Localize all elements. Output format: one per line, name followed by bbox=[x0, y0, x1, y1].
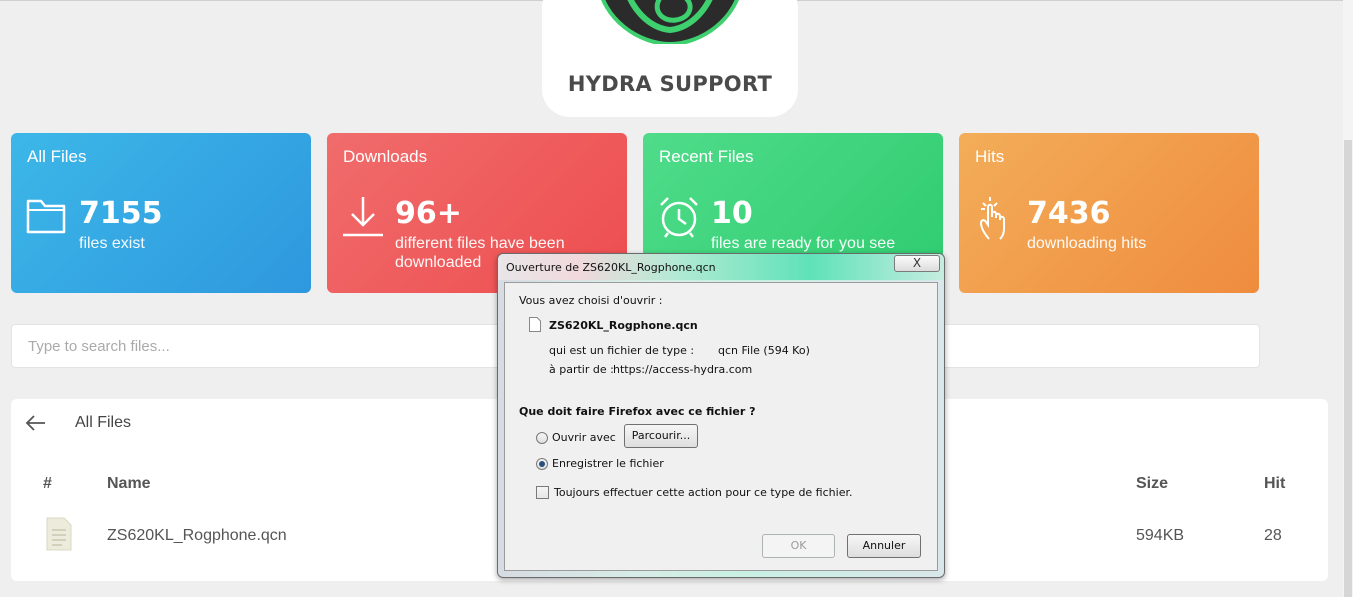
open-with-label[interactable]: Ouvrir avec bbox=[552, 431, 616, 444]
save-file-radio[interactable] bbox=[536, 458, 548, 470]
cancel-button[interactable]: Annuler bbox=[847, 534, 921, 558]
stat-subtitle: downloading hits bbox=[1027, 235, 1147, 252]
file-source-value: https://access-hydra.com bbox=[613, 363, 753, 376]
ok-button[interactable]: OK bbox=[762, 534, 835, 558]
dialog-title: Ouverture de ZS620KL_Rogphone.qcn bbox=[506, 261, 716, 274]
logo-text: HYDRA SUPPORT bbox=[567, 72, 773, 96]
column-header-hit[interactable]: Hit bbox=[1264, 475, 1285, 493]
column-header-name[interactable]: Name bbox=[107, 475, 151, 493]
dialog-intro: Vous avez choisi d'ouvrir : bbox=[519, 294, 663, 307]
dialog-question: Que doit faire Firefox avec ce fichier ? bbox=[519, 405, 756, 418]
stat-value: 7155 bbox=[79, 196, 163, 231]
pointer-hand-icon bbox=[979, 197, 1005, 240]
always-do-label[interactable]: Toujours effectuer cette action pour ce … bbox=[554, 486, 852, 499]
stat-title: Downloads bbox=[343, 147, 428, 166]
column-header-number: # bbox=[43, 475, 52, 492]
file-size: 594KB bbox=[1136, 527, 1185, 544]
folder-icon bbox=[26, 199, 66, 234]
stat-card-all-files[interactable]: All Files 7155 files exist bbox=[11, 133, 311, 293]
stat-title: Hits bbox=[975, 147, 1005, 166]
hydra-logo-icon bbox=[601, 0, 739, 44]
download-icon bbox=[343, 197, 383, 237]
page-scrollbar[interactable] bbox=[1343, 0, 1353, 597]
stat-value: 7436 bbox=[1027, 196, 1111, 231]
dialog-titlebar[interactable]: Ouverture de ZS620KL_Rogphone.qcn X bbox=[498, 254, 944, 280]
file-name-link[interactable]: ZS620KL_Rogphone.qcn bbox=[107, 527, 287, 545]
scrollbar-thumb[interactable] bbox=[1344, 140, 1352, 597]
logo-card: HYDRA SUPPORT bbox=[542, 0, 798, 117]
stat-value: 96+ bbox=[395, 196, 462, 231]
file-hits: 28 bbox=[1264, 527, 1282, 544]
file-icon bbox=[529, 317, 541, 332]
save-file-label[interactable]: Enregistrer le fichier bbox=[552, 457, 664, 470]
close-button[interactable]: X bbox=[894, 255, 940, 272]
document-icon bbox=[46, 517, 72, 551]
always-do-checkbox[interactable] bbox=[536, 486, 549, 499]
stat-subtitle: files are ready for you see bbox=[711, 235, 896, 252]
dialog-filename: ZS620KL_Rogphone.qcn bbox=[549, 319, 698, 332]
file-type-label: qui est un fichier de type : bbox=[549, 344, 695, 357]
close-icon: X bbox=[912, 256, 922, 270]
stat-title: All Files bbox=[27, 147, 87, 166]
dialog-body: Vous avez choisi d'ouvrir : ZS620KL_Rogp… bbox=[504, 282, 938, 571]
browse-button[interactable]: Parcourir... bbox=[624, 424, 698, 448]
stat-value: 10 bbox=[711, 196, 753, 231]
stat-card-hits[interactable]: Hits 7436 downloading hits bbox=[959, 133, 1259, 293]
file-source-label: à partir de : bbox=[549, 363, 614, 376]
file-type-value: qcn File (594 Ko) bbox=[718, 344, 810, 357]
back-arrow-icon[interactable] bbox=[25, 413, 47, 433]
stat-title: Recent Files bbox=[659, 147, 754, 166]
stat-subtitle: files exist bbox=[79, 235, 145, 252]
alarm-clock-icon bbox=[660, 197, 698, 238]
column-header-size[interactable]: Size bbox=[1136, 475, 1168, 493]
open-with-radio[interactable] bbox=[536, 432, 548, 444]
panel-title: All Files bbox=[75, 414, 132, 431]
download-dialog: Ouverture de ZS620KL_Rogphone.qcn X Vous… bbox=[497, 253, 945, 578]
